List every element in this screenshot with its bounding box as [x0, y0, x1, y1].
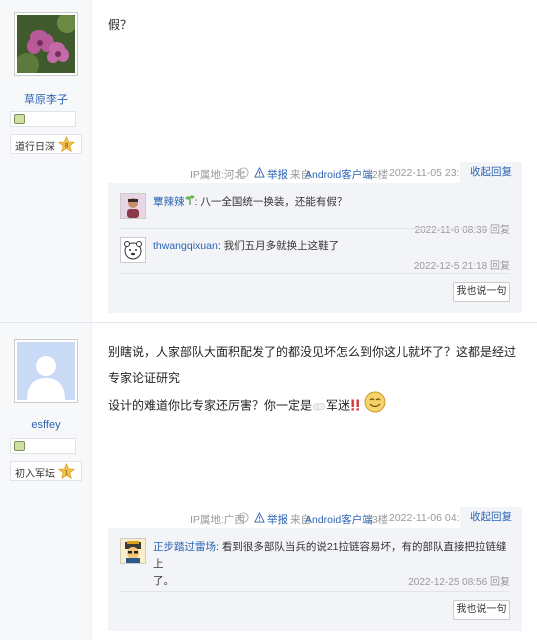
reply-username[interactable]: 覃辣辣: [153, 196, 185, 208]
username[interactable]: esffey: [0, 419, 92, 431]
post-content-text: 设计的难道你比专家还厉害？你一定是: [108, 398, 313, 413]
reply-link[interactable]: 回复: [490, 577, 510, 588]
post-floor-13: esffey 初入军坛 1 别瞎说，人家部队大面积配发了的都没见坏怎么到你这儿就…: [0, 323, 537, 640]
reply-meta: 2022-12-25 08:56 回复: [408, 573, 510, 588]
exclamation-emoji-icon: [350, 394, 361, 420]
level-badge[interactable]: 道行日深 8: [10, 134, 82, 154]
floor-number: 13楼: [366, 514, 389, 526]
avatar[interactable]: [14, 339, 78, 403]
level-title: 道行日深: [15, 142, 55, 153]
reply-link[interactable]: 回复: [490, 225, 510, 236]
ip-location: IP属地:广西: [190, 514, 245, 526]
username[interactable]: 草原李子: [0, 91, 92, 107]
post-floor-12: 草原李子 道行日深 8 假？ IP属地:河北 ? 举报 来自 Android客户…: [0, 0, 537, 322]
reply-link[interactable]: 回复: [490, 261, 510, 272]
reply-panel: 覃辣辣 : 八一全国统一换装，还能有假？ 2022-11-6 08:39 回复 t…: [108, 183, 522, 313]
report-link[interactable]: 举报: [267, 512, 288, 527]
say-something-button[interactable]: 我也说一句: [453, 282, 510, 302]
star-level-icon: 1: [58, 463, 75, 480]
reply-text: : 我们五月多就换上这鞋了: [217, 240, 340, 252]
post-time: 2022-11-05 23:15: [389, 167, 472, 179]
post-content-line: 别瞎说，人家部队大面积配发了的都没见坏怎么到你这儿就坏了？这都是经过专家论证研究: [108, 345, 517, 385]
client-link[interactable]: Android客户端: [305, 167, 373, 182]
reply-avatar[interactable]: [120, 538, 146, 564]
user-sidebar: esffey 初入军坛 1: [0, 323, 92, 640]
level-number: 8: [65, 142, 69, 149]
reply-time: 2022-12-5 21:18: [413, 261, 488, 272]
cloud-emoji-icon: [312, 394, 326, 420]
reply-item: 覃辣辣 : 八一全国统一换装，还能有假？ 2022-11-6 08:39 回复: [120, 193, 510, 236]
post-content: 别瞎说，人家部队大面积配发了的都没见坏怎么到你这儿就坏了？这都是经过专家论证研究…: [108, 339, 522, 422]
user-sidebar: 草原李子 道行日深 8: [0, 0, 92, 322]
level-title: 初入军坛: [15, 469, 55, 480]
post-content-tail: 军迷: [326, 398, 351, 413]
ip-location: IP属地:河北: [190, 169, 245, 181]
badge-icon: [14, 114, 25, 124]
collapse-replies-button[interactable]: 收起回复: [460, 507, 522, 528]
reply-divider: [120, 228, 510, 229]
reply-avatar[interactable]: [120, 237, 146, 263]
badge-icon: [14, 441, 25, 451]
level-number: 1: [65, 469, 69, 476]
help-circle-icon[interactable]: ?: [238, 512, 249, 526]
flower-avatar-icon: [17, 15, 75, 73]
warning-icon: [254, 166, 265, 181]
report-link[interactable]: 举报: [267, 167, 288, 182]
sprout-emoji-icon: [185, 195, 195, 208]
post-content-line: 设计的难道你比专家还厉害？你一定是 军迷: [108, 391, 522, 422]
default-avatar-icon: [17, 342, 75, 400]
member-badge[interactable]: [10, 111, 76, 127]
reply-time: 2022-12-25 08:56: [408, 577, 488, 588]
reply-meta: 2022-12-5 21:18 回复: [414, 257, 510, 272]
reply-avatar[interactable]: [120, 193, 146, 219]
reply-item: thwangqixuan: 我们五月多就换上这鞋了 2022-12-5 21:1…: [120, 237, 510, 277]
floor-number: 12楼: [366, 169, 389, 181]
reply-item: 正步踏过雷场: 看到很多部队当兵的说21拉链容易坏，有的部队直接把拉链缝上 了。…: [120, 538, 510, 588]
star-level-icon: 8: [58, 136, 75, 153]
reply-text-line: thwangqixuan: 我们五月多就换上这鞋了: [153, 238, 339, 255]
reply-text-line: 覃辣辣 : 八一全国统一换装，还能有假？: [153, 194, 347, 211]
level-badge[interactable]: 初入军坛 1: [10, 461, 82, 481]
svg-text:?: ?: [242, 169, 245, 177]
member-badge[interactable]: [10, 438, 76, 454]
avatar[interactable]: [14, 12, 78, 76]
reply-divider: [120, 273, 510, 274]
client-link[interactable]: Android客户端: [305, 512, 373, 527]
reply-divider: [120, 591, 510, 592]
reply-username[interactable]: 正步踏过雷场: [153, 541, 216, 553]
warning-icon: [254, 511, 265, 526]
smile-emoji-icon: [364, 391, 386, 422]
post-time: 2022-11-06 04:45: [389, 512, 472, 524]
say-something-button[interactable]: 我也说一句: [453, 600, 510, 620]
reply-username[interactable]: thwangqixuan: [153, 240, 218, 252]
collapse-replies-button[interactable]: 收起回复: [460, 162, 522, 183]
svg-text:?: ?: [242, 514, 245, 522]
reply-time: 2022-11-6 08:39: [414, 225, 488, 236]
reply-panel: 正步踏过雷场: 看到很多部队当兵的说21拉链容易坏，有的部队直接把拉链缝上 了。…: [108, 528, 522, 631]
post-content: 假？: [108, 18, 133, 32]
reply-text: : 八一全国统一换装，还能有假？: [194, 196, 348, 208]
help-circle-icon[interactable]: ?: [238, 167, 249, 181]
